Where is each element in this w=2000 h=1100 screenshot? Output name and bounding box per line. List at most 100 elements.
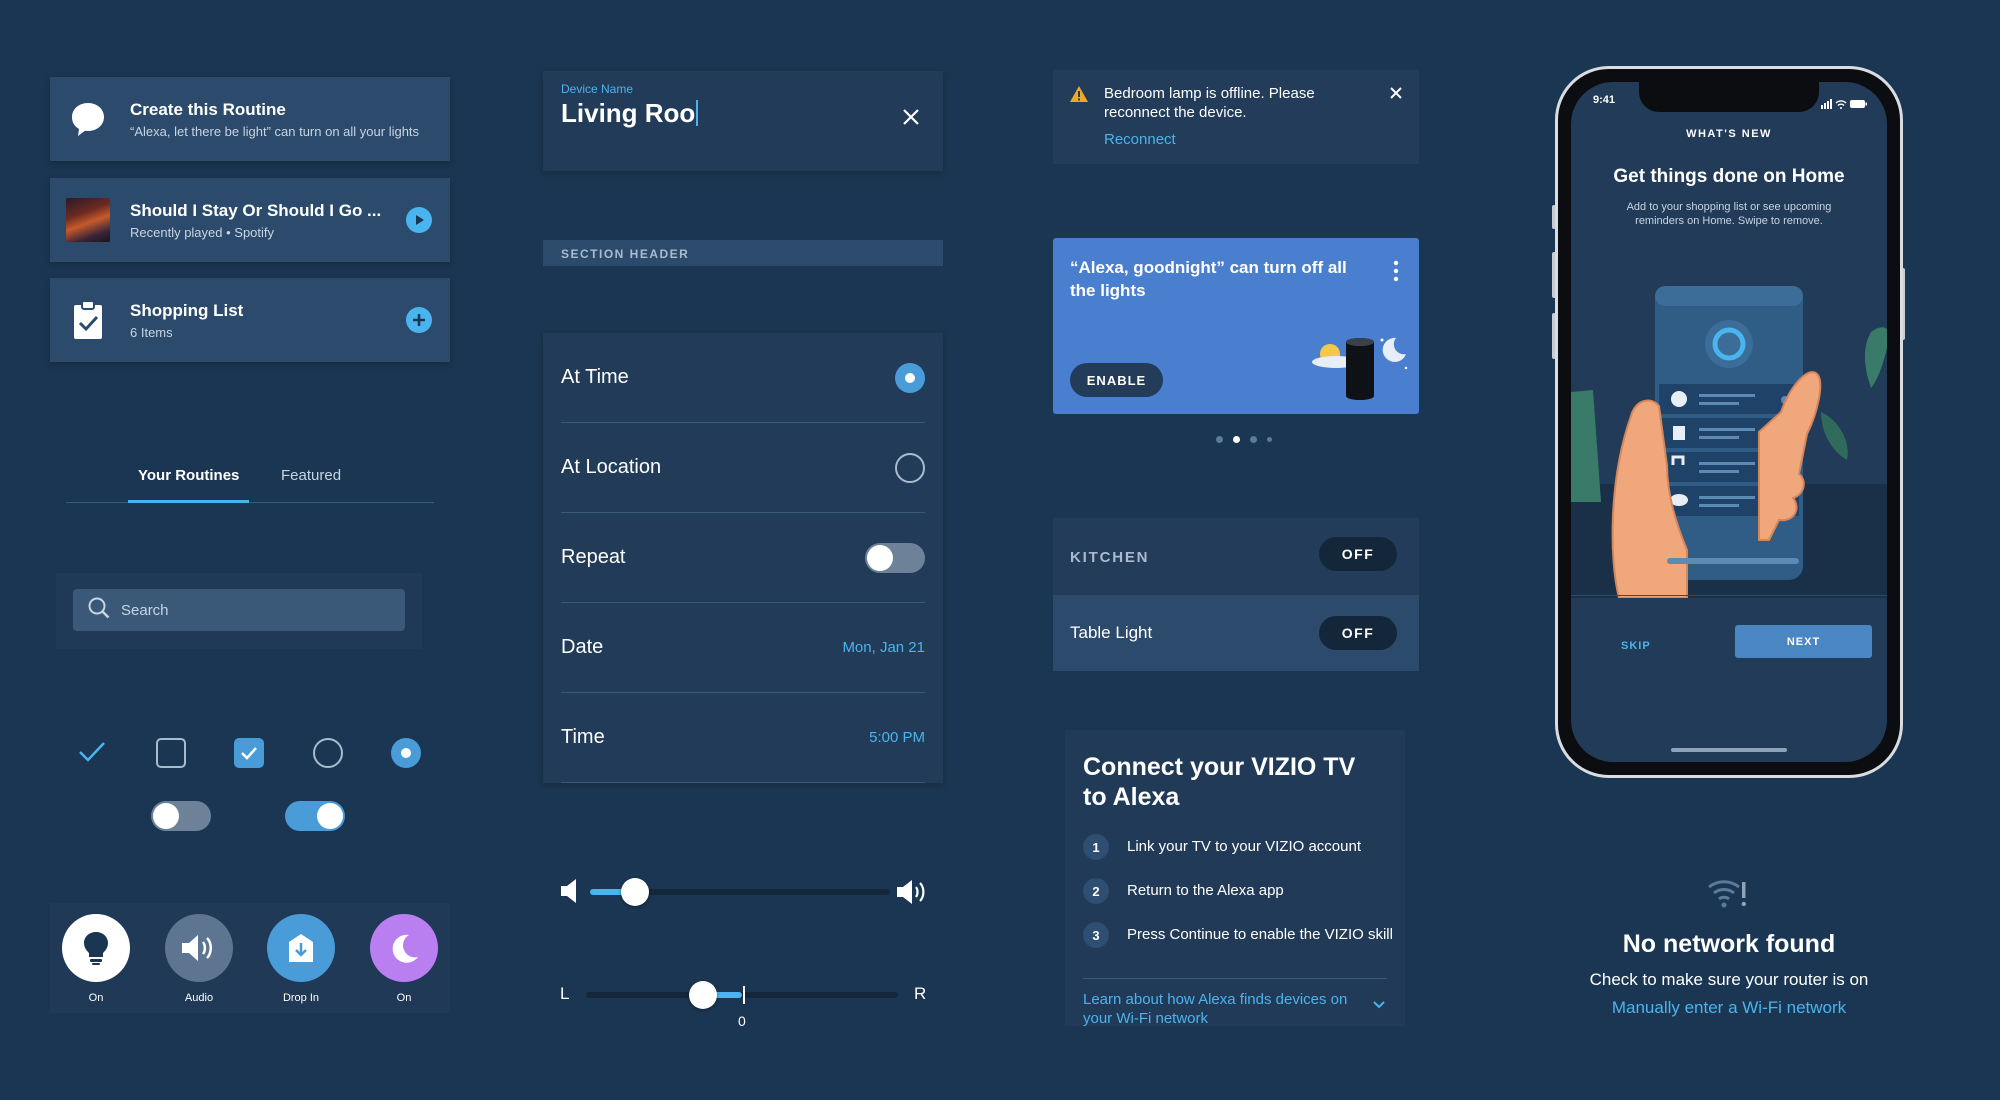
setup-title: Connect your VIZIO TV to Alexa [1083, 753, 1356, 811]
balance-center-tick [743, 986, 745, 1004]
skip-button[interactable]: SKIP [1621, 640, 1651, 652]
phone-title: Get things done on Home [1613, 166, 1845, 187]
action-label: On [396, 992, 412, 1004]
radio-selected[interactable] [391, 738, 421, 768]
next-button[interactable]: NEXT [1735, 625, 1872, 658]
at-location-row[interactable]: At Location [561, 423, 925, 513]
radio-selected[interactable] [895, 362, 925, 393]
phone-notch [1639, 82, 1819, 112]
routine-card[interactable]: Create this Routine “Alexa, let there be… [50, 77, 450, 161]
search-input[interactable]: Search [73, 589, 405, 631]
section-header: SECTION HEADER [543, 240, 943, 266]
device-name: Table Light [1070, 623, 1153, 642]
chevron-down-icon[interactable] [1373, 996, 1385, 1014]
balance-left-label: L [560, 984, 570, 1003]
phone-screen: 9:41 WHAT'S NEW Get things done on Home … [1571, 82, 1887, 762]
drop-in-action[interactable]: Drop In [267, 914, 335, 1004]
album-art [66, 198, 110, 242]
device-power-button[interactable]: OFF [1319, 616, 1397, 650]
wifi-alert-icon [1706, 876, 1748, 915]
action-label: On [88, 992, 104, 1004]
balance-thumb[interactable] [689, 981, 717, 1009]
device-name-field[interactable]: Device Name Living Roo [543, 71, 943, 171]
device-name-value[interactable]: Living Roo [561, 98, 699, 129]
checkbox-checked[interactable] [234, 738, 264, 768]
toggle-off[interactable] [151, 801, 211, 831]
audio-action[interactable]: Audio [165, 914, 233, 1004]
no-network-title: No network found [1622, 930, 1836, 958]
time-row[interactable]: Time 5:00 PM [561, 693, 925, 783]
play-icon[interactable] [406, 207, 432, 233]
checkmark-icon[interactable] [78, 740, 106, 769]
promo-text: “Alexa, goodnight” can turn off all the … [1070, 258, 1347, 300]
repeat-row[interactable]: Repeat [561, 513, 925, 603]
balance-center-label: 0 [738, 1013, 746, 1029]
moon-icon [370, 914, 438, 982]
light-on-action[interactable]: On [62, 914, 130, 1004]
repeat-toggle[interactable] [865, 542, 925, 573]
tab-your-routines[interactable]: Your Routines [138, 467, 239, 484]
pager-dot[interactable] [1250, 436, 1257, 443]
at-time-row[interactable]: At Time [561, 333, 925, 423]
radio-unselected[interactable] [313, 738, 343, 768]
shopping-list-card[interactable]: Shopping List 6 Items [50, 278, 450, 362]
goodnight-promo-card[interactable]: “Alexa, goodnight” can turn off all the … [1053, 238, 1419, 414]
group-power-button[interactable]: OFF [1319, 537, 1397, 571]
search-container: Search [56, 573, 422, 649]
device-row[interactable]: Table Light OFF [1053, 595, 1419, 671]
step-number: 1 [1083, 834, 1109, 860]
volume-low-icon[interactable] [560, 878, 582, 909]
search-placeholder: Search [121, 601, 169, 619]
divider [1083, 978, 1387, 979]
step-item: 1 Link your TV to your VIZIO account [1083, 834, 1393, 860]
step-item: 3 Press Continue to enable the VIZIO ski… [1083, 922, 1393, 948]
action-label: Drop In [282, 992, 320, 1004]
date-value[interactable]: Mon, Jan 21 [842, 639, 925, 656]
status-time: 9:41 [1593, 94, 1616, 106]
checkbox-unchecked[interactable] [156, 738, 186, 768]
warning-icon [1069, 85, 1089, 108]
row-label: Time [561, 726, 605, 748]
phone-eyebrow: WHAT'S NEW [1686, 128, 1772, 140]
manual-wifi-link[interactable]: Manually enter a Wi-Fi network [1555, 998, 1903, 1018]
routine-subtitle: “Alexa, let there be light” can turn on … [130, 123, 420, 139]
step-text: Return to the Alexa app [1127, 882, 1284, 899]
date-row[interactable]: Date Mon, Jan 21 [561, 603, 925, 693]
status-icons [1821, 96, 1867, 114]
plus-icon[interactable] [406, 307, 432, 333]
enable-button[interactable]: ENABLE [1070, 363, 1163, 397]
group-name: KITCHEN [1070, 549, 1150, 566]
pager-dot[interactable] [1267, 437, 1272, 442]
step-text: Link your TV to your VIZIO account [1127, 838, 1361, 855]
search-icon [87, 596, 111, 625]
clear-icon[interactable] [901, 107, 921, 132]
pager-dot[interactable] [1233, 436, 1240, 443]
row-label: At Location [561, 456, 662, 478]
pager-dot[interactable] [1216, 436, 1223, 443]
close-icon[interactable] [1389, 86, 1403, 105]
volume-high-icon[interactable] [896, 878, 930, 911]
radio-unselected[interactable] [895, 452, 925, 483]
volume-thumb[interactable] [621, 878, 649, 906]
kitchen-group-card: KITCHEN OFF Table Light OFF [1053, 518, 1419, 671]
learn-more-link[interactable]: Learn about how Alexa finds devices on y… [1083, 990, 1363, 1028]
clipboard-check-icon [66, 298, 110, 342]
do-not-disturb-action[interactable]: On [370, 914, 438, 1004]
action-label: Audio [184, 992, 214, 1004]
more-options-icon[interactable] [1393, 260, 1399, 287]
toggle-on[interactable] [285, 801, 345, 831]
balance-track[interactable] [586, 992, 898, 998]
recently-played-card[interactable]: Should I Stay Or Should I Go ... Recentl… [50, 178, 450, 262]
step-item: 2 Return to the Alexa app [1083, 878, 1393, 904]
step-number: 2 [1083, 878, 1109, 904]
tab-featured[interactable]: Featured [281, 467, 341, 484]
track-subtitle: Recently played • Spotify [130, 224, 275, 240]
echo-night-illustration [1310, 336, 1410, 407]
alert-message: Bedroom lamp is offline. Please reconnec… [1104, 85, 1315, 121]
tabs-divider [66, 502, 434, 503]
hand-holding-phone-illustration [1571, 286, 1887, 598]
reconnect-link[interactable]: Reconnect [1104, 131, 1176, 148]
device-name-label: Device Name [561, 82, 634, 96]
routine-title: Create this Routine [130, 99, 286, 119]
time-value[interactable]: 5:00 PM [869, 729, 925, 746]
